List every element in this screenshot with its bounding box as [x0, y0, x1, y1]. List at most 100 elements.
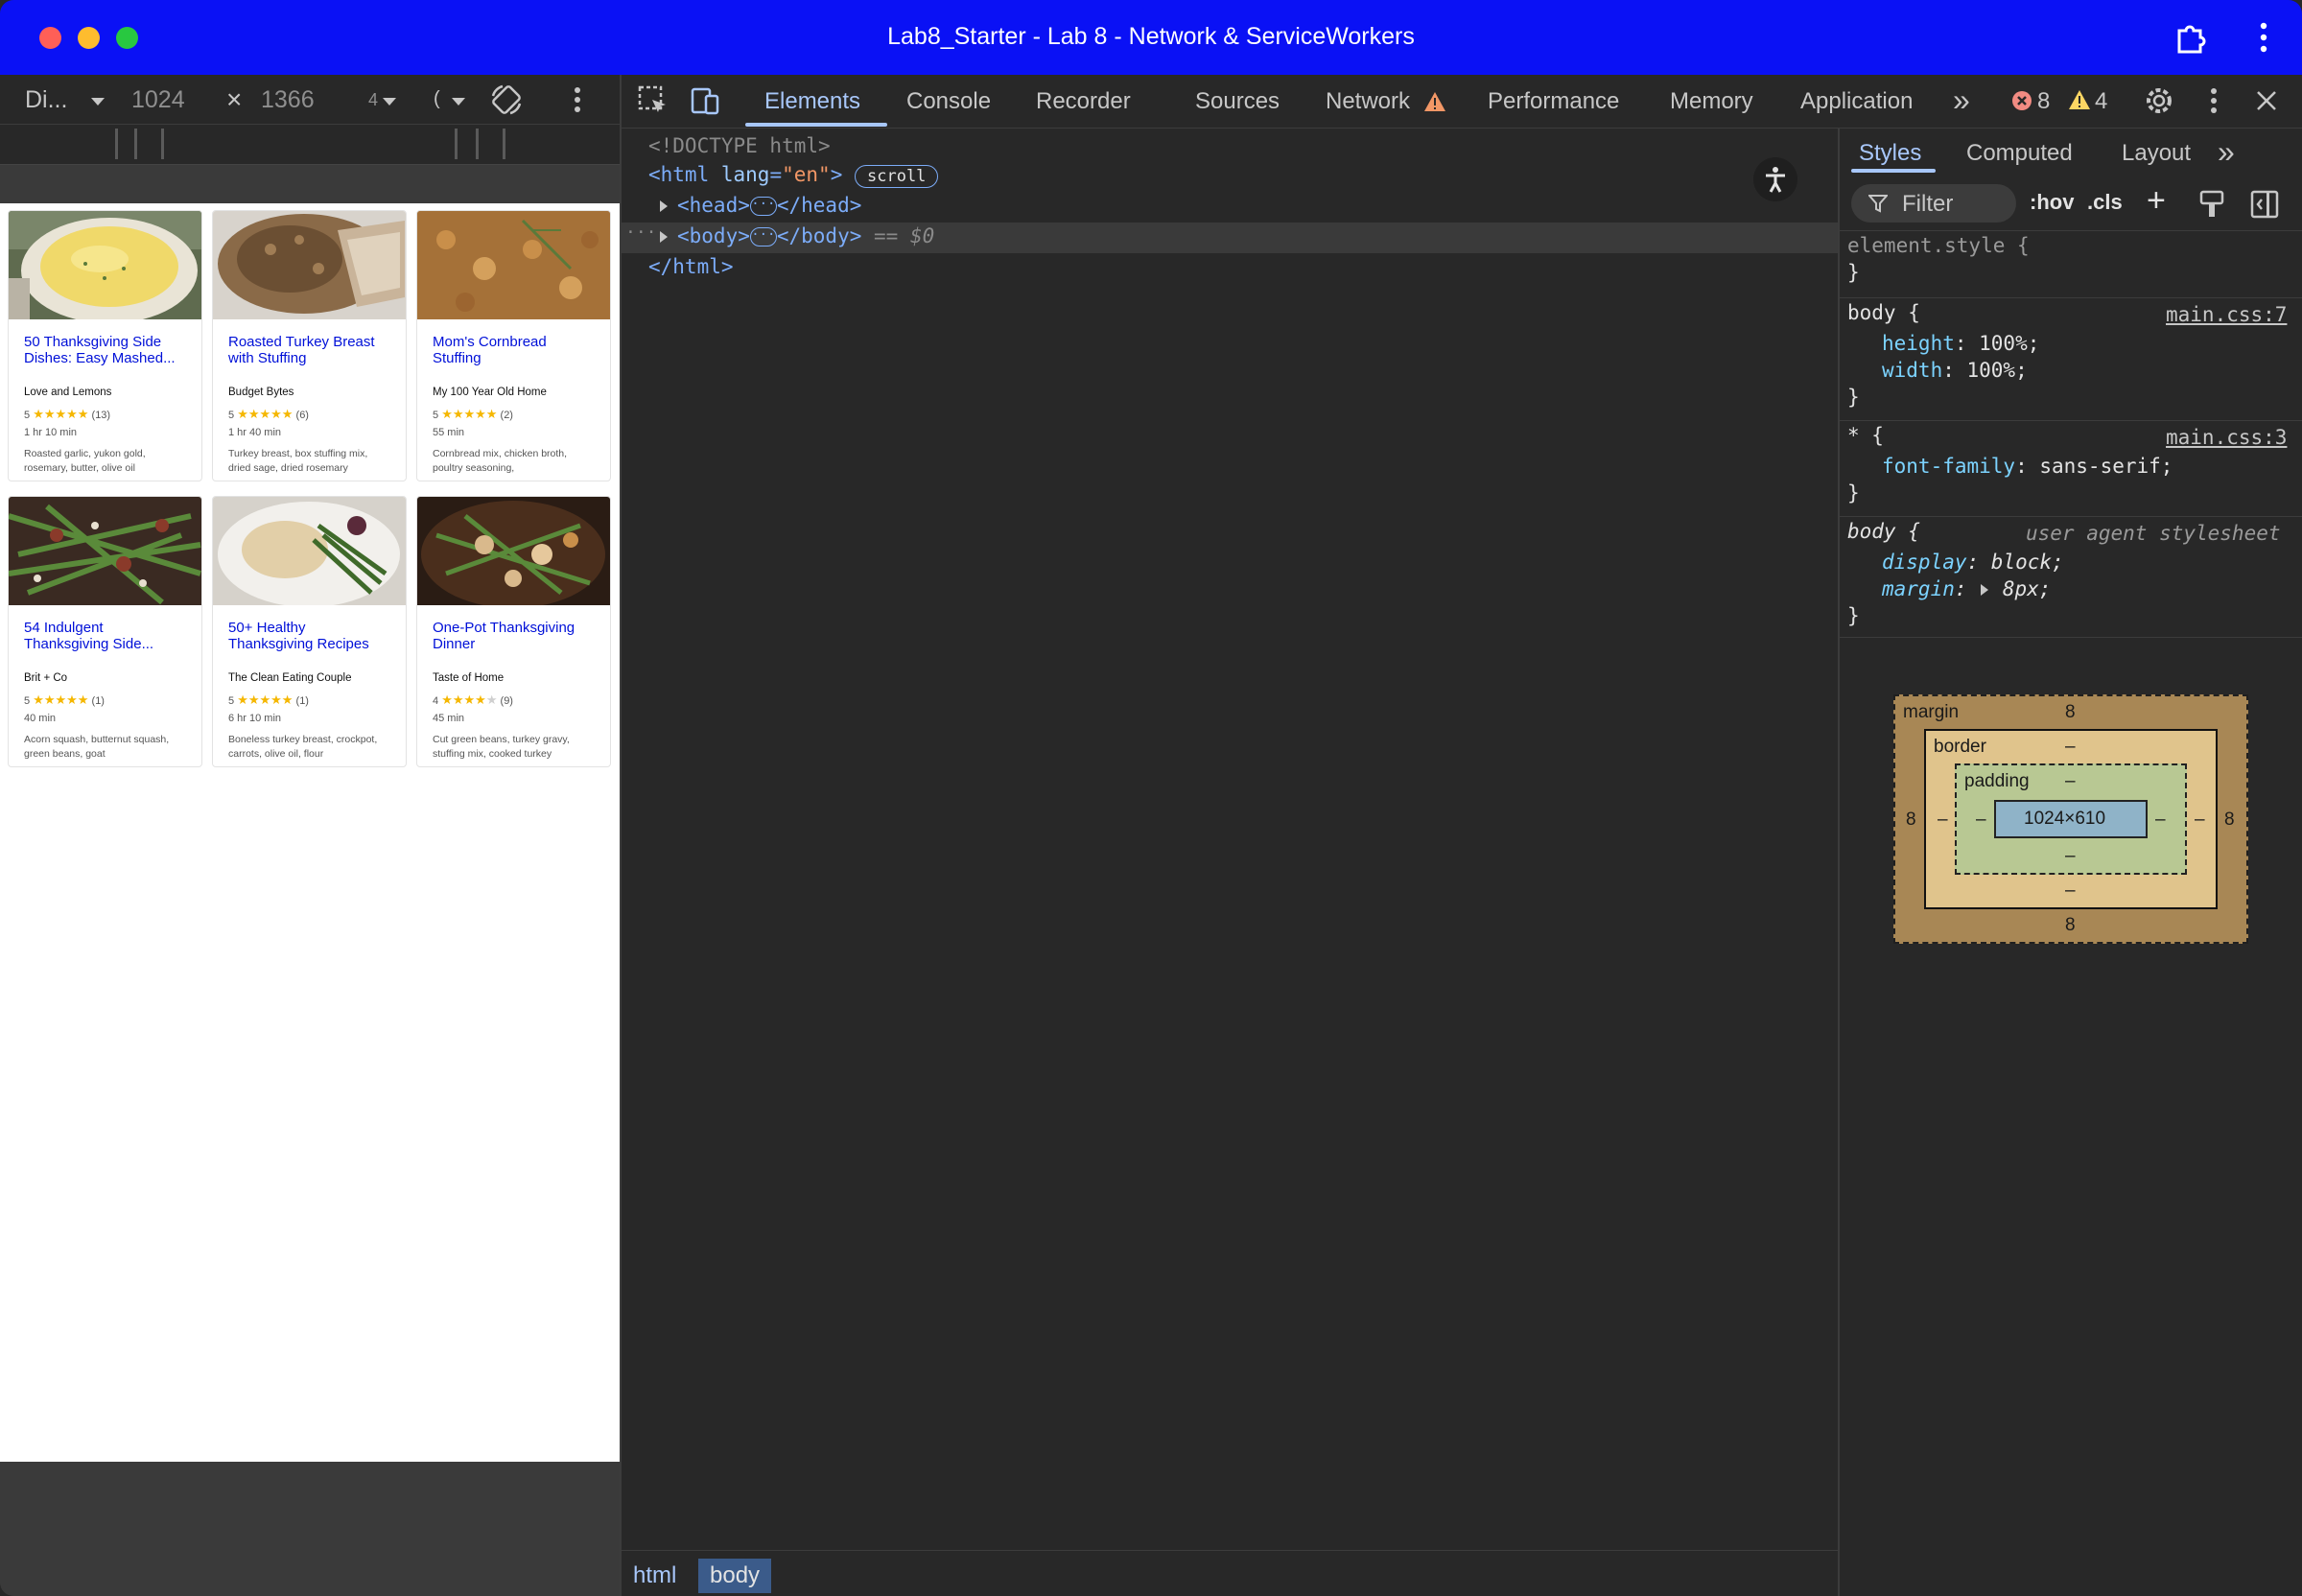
- css-declaration-display[interactable]: display: block;: [1882, 551, 2064, 574]
- error-count[interactable]: 8: [2037, 88, 2050, 115]
- scroll-badge[interactable]: scroll: [855, 165, 939, 188]
- dom-head-node[interactable]: <head>···</head>: [677, 194, 861, 217]
- device-toggle-icon[interactable]: [689, 84, 721, 117]
- more-tabs-button[interactable]: »: [1953, 82, 1970, 118]
- collapsed-ellipsis[interactable]: ···: [749, 197, 777, 216]
- media-query-marker[interactable]: [503, 129, 505, 159]
- toggle-sidebar-icon[interactable]: [2250, 190, 2279, 219]
- body-rule-selector[interactable]: body {: [1847, 301, 1920, 324]
- margin-right-value[interactable]: 8: [2224, 810, 2235, 831]
- recipe-title[interactable]: 50+ Healthy Thanksgiving Recipes: [228, 620, 401, 652]
- tab-layout[interactable]: Layout: [2122, 140, 2191, 167]
- recipe-title[interactable]: 54 Indulgent Thanksgiving Side...: [24, 620, 197, 652]
- collapsed-ellipsis[interactable]: ···: [749, 227, 777, 246]
- accessibility-tree-button[interactable]: [1753, 157, 1797, 201]
- settings-gear-icon[interactable]: [2143, 84, 2175, 117]
- tab-recorder[interactable]: Recorder: [1036, 88, 1131, 115]
- devtools-menu-icon[interactable]: [2204, 84, 2223, 117]
- zoom-chevron-icon[interactable]: [382, 96, 397, 107]
- padding-bottom-value[interactable]: –: [2065, 846, 2076, 867]
- breadcrumb-html[interactable]: html: [622, 1559, 688, 1593]
- color-palette-icon[interactable]: [2198, 190, 2225, 219]
- media-query-bar[interactable]: [0, 125, 620, 165]
- border-top-value[interactable]: –: [2065, 737, 2076, 758]
- throttle-select[interactable]: (: [434, 88, 440, 110]
- rotate-icon[interactable]: [489, 82, 524, 117]
- media-query-marker[interactable]: [134, 129, 137, 159]
- tab-styles[interactable]: Styles: [1859, 140, 1921, 167]
- recipe-title[interactable]: Roasted Turkey Breast with Stuffing: [228, 334, 401, 366]
- border-bottom-value[interactable]: –: [2065, 880, 2076, 902]
- margin-top-value[interactable]: 8: [2065, 702, 2076, 723]
- recipe-card[interactable]: 50+ Healthy Thanksgiving Recipes The Clea…: [212, 496, 407, 767]
- tab-performance[interactable]: Performance: [1488, 88, 1619, 115]
- tab-sources[interactable]: Sources: [1195, 88, 1280, 115]
- padding-left-value[interactable]: –: [1976, 810, 1986, 831]
- throttle-chevron-icon[interactable]: [451, 96, 466, 107]
- css-declaration-font-family[interactable]: font-family: sans-serif;: [1882, 455, 2173, 478]
- window-menu-icon[interactable]: [2254, 19, 2273, 56]
- device-select[interactable]: Di...: [25, 86, 67, 114]
- close-devtools-icon[interactable]: [2254, 88, 2279, 113]
- css-declaration-margin[interactable]: margin: 8px;: [1882, 577, 2051, 600]
- margin-bottom-value[interactable]: 8: [2065, 915, 2076, 936]
- expand-triangle-icon[interactable]: [658, 200, 669, 213]
- extensions-icon[interactable]: [2173, 21, 2206, 54]
- new-style-rule-button[interactable]: +: [2147, 182, 2166, 220]
- dom-html-node[interactable]: <html lang="en"> scroll: [648, 163, 939, 188]
- recipe-card[interactable]: 50 Thanksgiving Side Dishes: Easy Mashed.…: [8, 210, 202, 481]
- more-sidebar-tabs[interactable]: »: [2218, 134, 2235, 170]
- recipe-card[interactable]: One-Pot Thanksgiving Dinner Taste of Home…: [416, 496, 611, 767]
- emulated-viewport: 50 Thanksgiving Side Dishes: Easy Mashed.…: [0, 203, 620, 1462]
- media-query-marker[interactable]: [476, 129, 479, 159]
- recipe-title[interactable]: 50 Thanksgiving Side Dishes: Easy Mashed.…: [24, 334, 197, 366]
- media-query-marker[interactable]: [455, 129, 458, 159]
- source-link-main-css-7[interactable]: main.css:7: [2166, 303, 2287, 326]
- dom-doctype[interactable]: <!DOCTYPE html>: [648, 134, 831, 157]
- ua-body-selector[interactable]: body {: [1847, 520, 1920, 543]
- padding-top-value[interactable]: –: [2065, 771, 2076, 792]
- recipe-source: Budget Bytes: [228, 387, 294, 398]
- dom-html-close[interactable]: </html>: [648, 255, 734, 278]
- dom-body-node[interactable]: <body>···</body> == $0: [677, 224, 934, 247]
- recipe-card[interactable]: Roasted Turkey Breast with Stuffing Budge…: [212, 210, 407, 481]
- tab-elements[interactable]: Elements: [764, 88, 860, 115]
- universal-rule-selector[interactable]: * {: [1847, 424, 1884, 447]
- hov-toggle[interactable]: :hov: [2030, 190, 2074, 215]
- cls-toggle[interactable]: .cls: [2087, 190, 2123, 215]
- elements-dom-tree: [622, 129, 1838, 1550]
- recipe-card[interactable]: 54 Indulgent Thanksgiving Side... Brit + …: [8, 496, 202, 767]
- css-declaration-width[interactable]: width: 100%;: [1882, 359, 2028, 382]
- tab-application[interactable]: Application: [1800, 88, 1913, 115]
- viewport-width-input[interactable]: 1024: [131, 86, 185, 114]
- media-query-marker[interactable]: [115, 129, 118, 159]
- recipe-card[interactable]: Mom's Cornbread Stuffing My 100 Year Old …: [416, 210, 611, 481]
- warning-icon[interactable]: [2068, 89, 2091, 110]
- chevron-down-icon[interactable]: [90, 96, 106, 107]
- inspect-element-icon[interactable]: [637, 84, 669, 117]
- row-actions[interactable]: ···: [625, 223, 657, 243]
- viewport-height-input[interactable]: 1366: [261, 86, 315, 114]
- tab-computed[interactable]: Computed: [1966, 140, 2073, 167]
- margin-left-value[interactable]: 8: [1906, 810, 1916, 831]
- element-style-selector[interactable]: element.style {: [1847, 234, 2030, 257]
- expand-shorthand-icon[interactable]: [1979, 583, 1990, 597]
- border-left-value[interactable]: –: [1938, 810, 1948, 831]
- tab-memory[interactable]: Memory: [1670, 88, 1753, 115]
- source-link-main-css-3[interactable]: main.css:3: [2166, 426, 2287, 449]
- device-options-icon[interactable]: [568, 82, 587, 117]
- tab-console[interactable]: Console: [906, 88, 991, 115]
- border-right-value[interactable]: –: [2195, 810, 2205, 831]
- recipe-title[interactable]: One-Pot Thanksgiving Dinner: [433, 620, 605, 652]
- media-query-marker[interactable]: [161, 129, 164, 159]
- content-size-value[interactable]: 1024×610: [2024, 809, 2105, 830]
- tab-network[interactable]: Network: [1326, 88, 1410, 115]
- error-icon[interactable]: [2010, 89, 2033, 112]
- css-declaration-height[interactable]: height: 100%;: [1882, 332, 2039, 355]
- expand-triangle-icon[interactable]: [658, 230, 669, 244]
- recipe-title[interactable]: Mom's Cornbread Stuffing: [433, 334, 605, 366]
- warning-count[interactable]: 4: [2095, 88, 2107, 115]
- breadcrumb-body[interactable]: body: [698, 1559, 772, 1593]
- padding-right-value[interactable]: –: [2155, 810, 2166, 831]
- zoom-select[interactable]: 4: [368, 90, 378, 110]
